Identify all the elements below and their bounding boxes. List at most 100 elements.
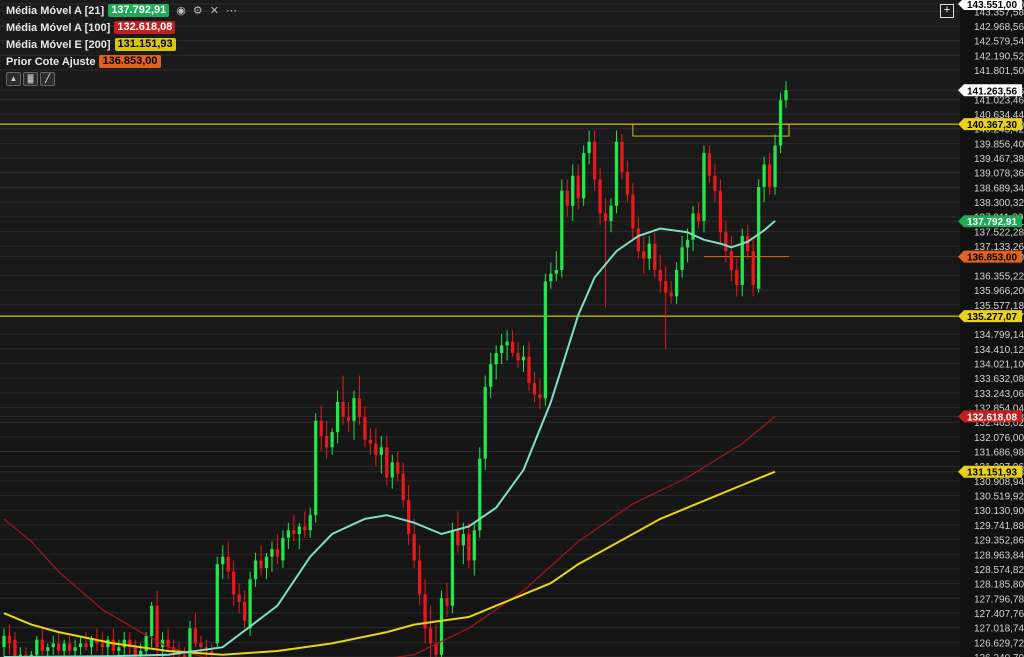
candle-body — [713, 175, 717, 191]
candle-body — [117, 647, 121, 651]
tick-label: 142.579,54 — [974, 37, 1024, 48]
tick-label: 127.018,74 — [974, 624, 1024, 635]
candle-body — [253, 560, 258, 580]
candle-body — [368, 439, 373, 444]
tick-label: 139.856,40 — [974, 139, 1024, 150]
price-tag-label: 136.853,00 — [967, 253, 1017, 264]
tick-label: 133.632,08 — [974, 374, 1024, 385]
candle-body — [582, 153, 586, 199]
tick-label: 129.741,88 — [974, 521, 1024, 532]
candle-body — [592, 141, 597, 180]
candle-body — [270, 549, 274, 557]
candle-body — [467, 534, 471, 561]
legend-value: 132.618,08 — [114, 21, 176, 34]
tick-label: 139.078,36 — [974, 169, 1024, 180]
candle-body — [707, 153, 712, 176]
price-tag-label: 131.151,93 — [967, 468, 1017, 479]
candle-body — [46, 647, 50, 651]
candle-body — [286, 530, 291, 538]
candle-body — [297, 526, 301, 535]
tick-label: 129.352,86 — [974, 536, 1024, 547]
tick-label: 126.240,70 — [974, 653, 1024, 657]
candle-body — [521, 356, 526, 361]
legend-label: Prior Cote Ajuste — [6, 55, 96, 68]
plus-square-icon[interactable]: + — [940, 4, 954, 18]
candle-body — [565, 190, 569, 206]
eye-off-icon[interactable]: ◉ — [176, 4, 186, 17]
price-tag-label: 135.277,07 — [967, 312, 1017, 323]
legend-row-prior[interactable]: Prior Cote Ajuste 136.853,00 — [6, 53, 237, 70]
tick-label: 141.801,50 — [974, 66, 1024, 77]
candle-body — [390, 462, 394, 478]
collapse-up-icon[interactable]: ▲ — [6, 72, 21, 86]
candle-body — [653, 243, 657, 270]
candle-body — [505, 341, 509, 346]
candle-body — [527, 356, 531, 384]
candle-body — [516, 352, 520, 361]
candle-body — [259, 560, 263, 568]
tick-label: 131.686,98 — [974, 448, 1024, 459]
candle-body — [57, 643, 61, 651]
candle-body — [264, 556, 269, 568]
candle-body — [642, 251, 646, 259]
candle-body — [242, 601, 247, 621]
close-icon[interactable]: ✕ — [210, 4, 219, 17]
tick-label: 138.300,32 — [974, 198, 1024, 209]
chart-window: { "legend": { "items": [ {"label": "Médi… — [0, 0, 1024, 657]
candle-body — [489, 364, 493, 387]
candle-body — [587, 141, 591, 154]
candle-body — [150, 605, 154, 636]
candle-body — [576, 175, 580, 199]
candle-body — [346, 417, 351, 421]
candle-body — [549, 273, 553, 282]
legend-row-ma100[interactable]: Média Móvel A [100] 132.618,08 — [6, 19, 237, 36]
price-tag-label: 143.551,00 — [967, 0, 1017, 11]
candle-body — [335, 402, 340, 433]
tick-label: 137.522,28 — [974, 227, 1024, 238]
candle-body — [407, 500, 411, 535]
candle-body — [40, 639, 44, 651]
zone-box — [632, 123, 790, 137]
tick-label: 135.966,20 — [974, 286, 1024, 297]
candle-body — [499, 345, 504, 353]
candle-body — [773, 145, 777, 187]
horizontal-lines[interactable] — [0, 123, 958, 317]
candle-body — [352, 398, 356, 421]
gear-icon[interactable]: ⚙ — [193, 4, 203, 17]
candle-body — [554, 269, 558, 274]
legend-tools: ▲ ▓ ╱ — [6, 72, 237, 86]
candle-body — [767, 164, 772, 187]
candle-body — [636, 228, 640, 252]
ma21-line — [3, 220, 776, 657]
tick-label: 136.355,22 — [974, 271, 1024, 282]
legend-row-ma21[interactable]: Média Móvel A [21] 137.792,91 ◉ ⚙ ✕ ⋯ — [6, 2, 237, 19]
candle-body — [625, 171, 630, 195]
candle-body — [751, 251, 755, 286]
chart-type-icon[interactable]: ▓ — [23, 72, 38, 86]
candle-body — [396, 462, 400, 474]
candle-body — [510, 341, 515, 353]
candle-body — [472, 530, 476, 561]
candle-body — [401, 473, 405, 501]
candle-body — [620, 141, 624, 172]
candle-body — [133, 647, 137, 655]
draw-tool-icon[interactable]: ╱ — [40, 72, 55, 86]
candle-body — [73, 647, 77, 651]
tick-label: 133.243,06 — [974, 389, 1024, 400]
legend-row-ema200[interactable]: Média Móvel E [200] 131.151,93 — [6, 36, 237, 53]
candle-body — [456, 530, 460, 546]
more-icon[interactable]: ⋯ — [226, 4, 237, 17]
candle-body — [680, 247, 684, 270]
price-axis[interactable]: 143.551,00143.357,58142.968,56142.579,54… — [960, 0, 1024, 657]
candle-body — [461, 534, 465, 546]
candle-body — [696, 213, 701, 221]
candle-body — [598, 179, 602, 214]
ma100-line — [3, 415, 776, 657]
candle-body — [374, 443, 378, 455]
candle-body — [417, 560, 422, 595]
candle-body — [609, 205, 613, 221]
price-chart[interactable]: 143.551,00143.357,58142.968,56142.579,54… — [0, 0, 1024, 657]
candle-body — [494, 352, 498, 365]
candle-body — [560, 190, 564, 270]
tick-label: 138.689,34 — [974, 183, 1024, 194]
